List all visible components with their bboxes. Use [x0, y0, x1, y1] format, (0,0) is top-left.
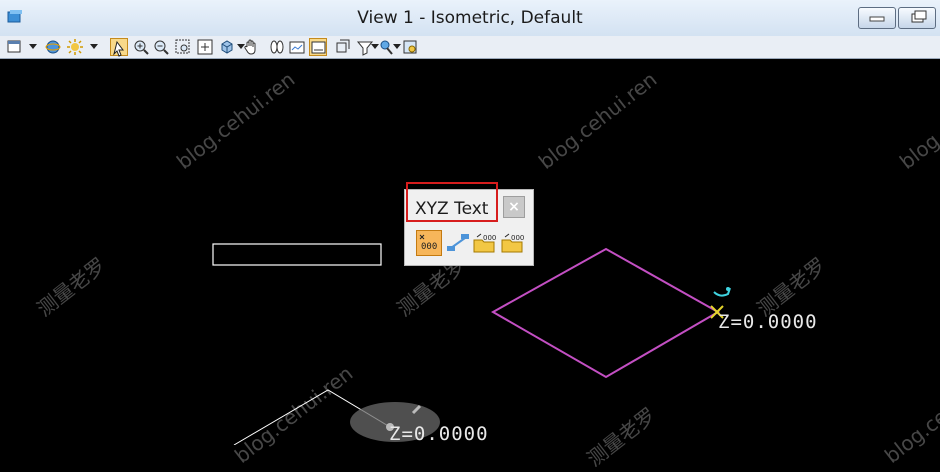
view-attributes-icon[interactable]	[6, 38, 24, 56]
place-coordinates-icon[interactable]: 000	[416, 230, 442, 256]
title-bar: View 1 - Isometric, Default	[0, 0, 940, 37]
update-view-icon[interactable]	[66, 38, 84, 56]
white-rectangle	[212, 243, 382, 266]
select-element-icon[interactable]	[110, 38, 128, 57]
view-toggle-icon[interactable]	[401, 38, 419, 56]
fit-view-icon[interactable]	[196, 38, 214, 56]
zoom-in-icon[interactable]	[132, 38, 150, 56]
clip-volume-icon[interactable]	[334, 38, 352, 56]
window-title: View 1 - Isometric, Default	[357, 8, 583, 28]
export-coordinates-icon[interactable]	[445, 230, 471, 256]
view-next-icon[interactable]	[288, 38, 306, 56]
window-area-icon[interactable]	[174, 38, 192, 56]
chevron-down-icon[interactable]	[29, 44, 37, 49]
view-toolbar	[0, 36, 940, 59]
import-coordinates-icon[interactable]: 000	[471, 230, 497, 256]
xyz-text-palette: XYZ Text × 000 000 000	[404, 182, 534, 266]
pan-view-icon[interactable]	[242, 38, 260, 56]
copy-view-icon[interactable]	[309, 38, 327, 56]
minimize-button[interactable]	[858, 7, 896, 29]
svg-text:000: 000	[511, 234, 524, 242]
chevron-down-icon[interactable]	[90, 44, 98, 49]
svg-text:000: 000	[421, 242, 437, 252]
magenta-rhombus	[490, 247, 721, 379]
palette-title: XYZ Text	[415, 199, 489, 219]
display-style-icon[interactable]	[44, 38, 62, 56]
close-button[interactable]: ×	[503, 196, 525, 218]
coordinate-label: Z=0.0000	[389, 423, 489, 445]
view-previous-icon[interactable]	[268, 38, 286, 56]
svg-text:000: 000	[483, 234, 496, 242]
rotate-view-icon[interactable]	[218, 38, 236, 56]
export-file-icon[interactable]: 000	[499, 230, 525, 256]
zoom-out-icon[interactable]	[152, 38, 170, 56]
chevron-down-icon[interactable]	[393, 44, 401, 49]
restore-button[interactable]	[898, 7, 936, 29]
